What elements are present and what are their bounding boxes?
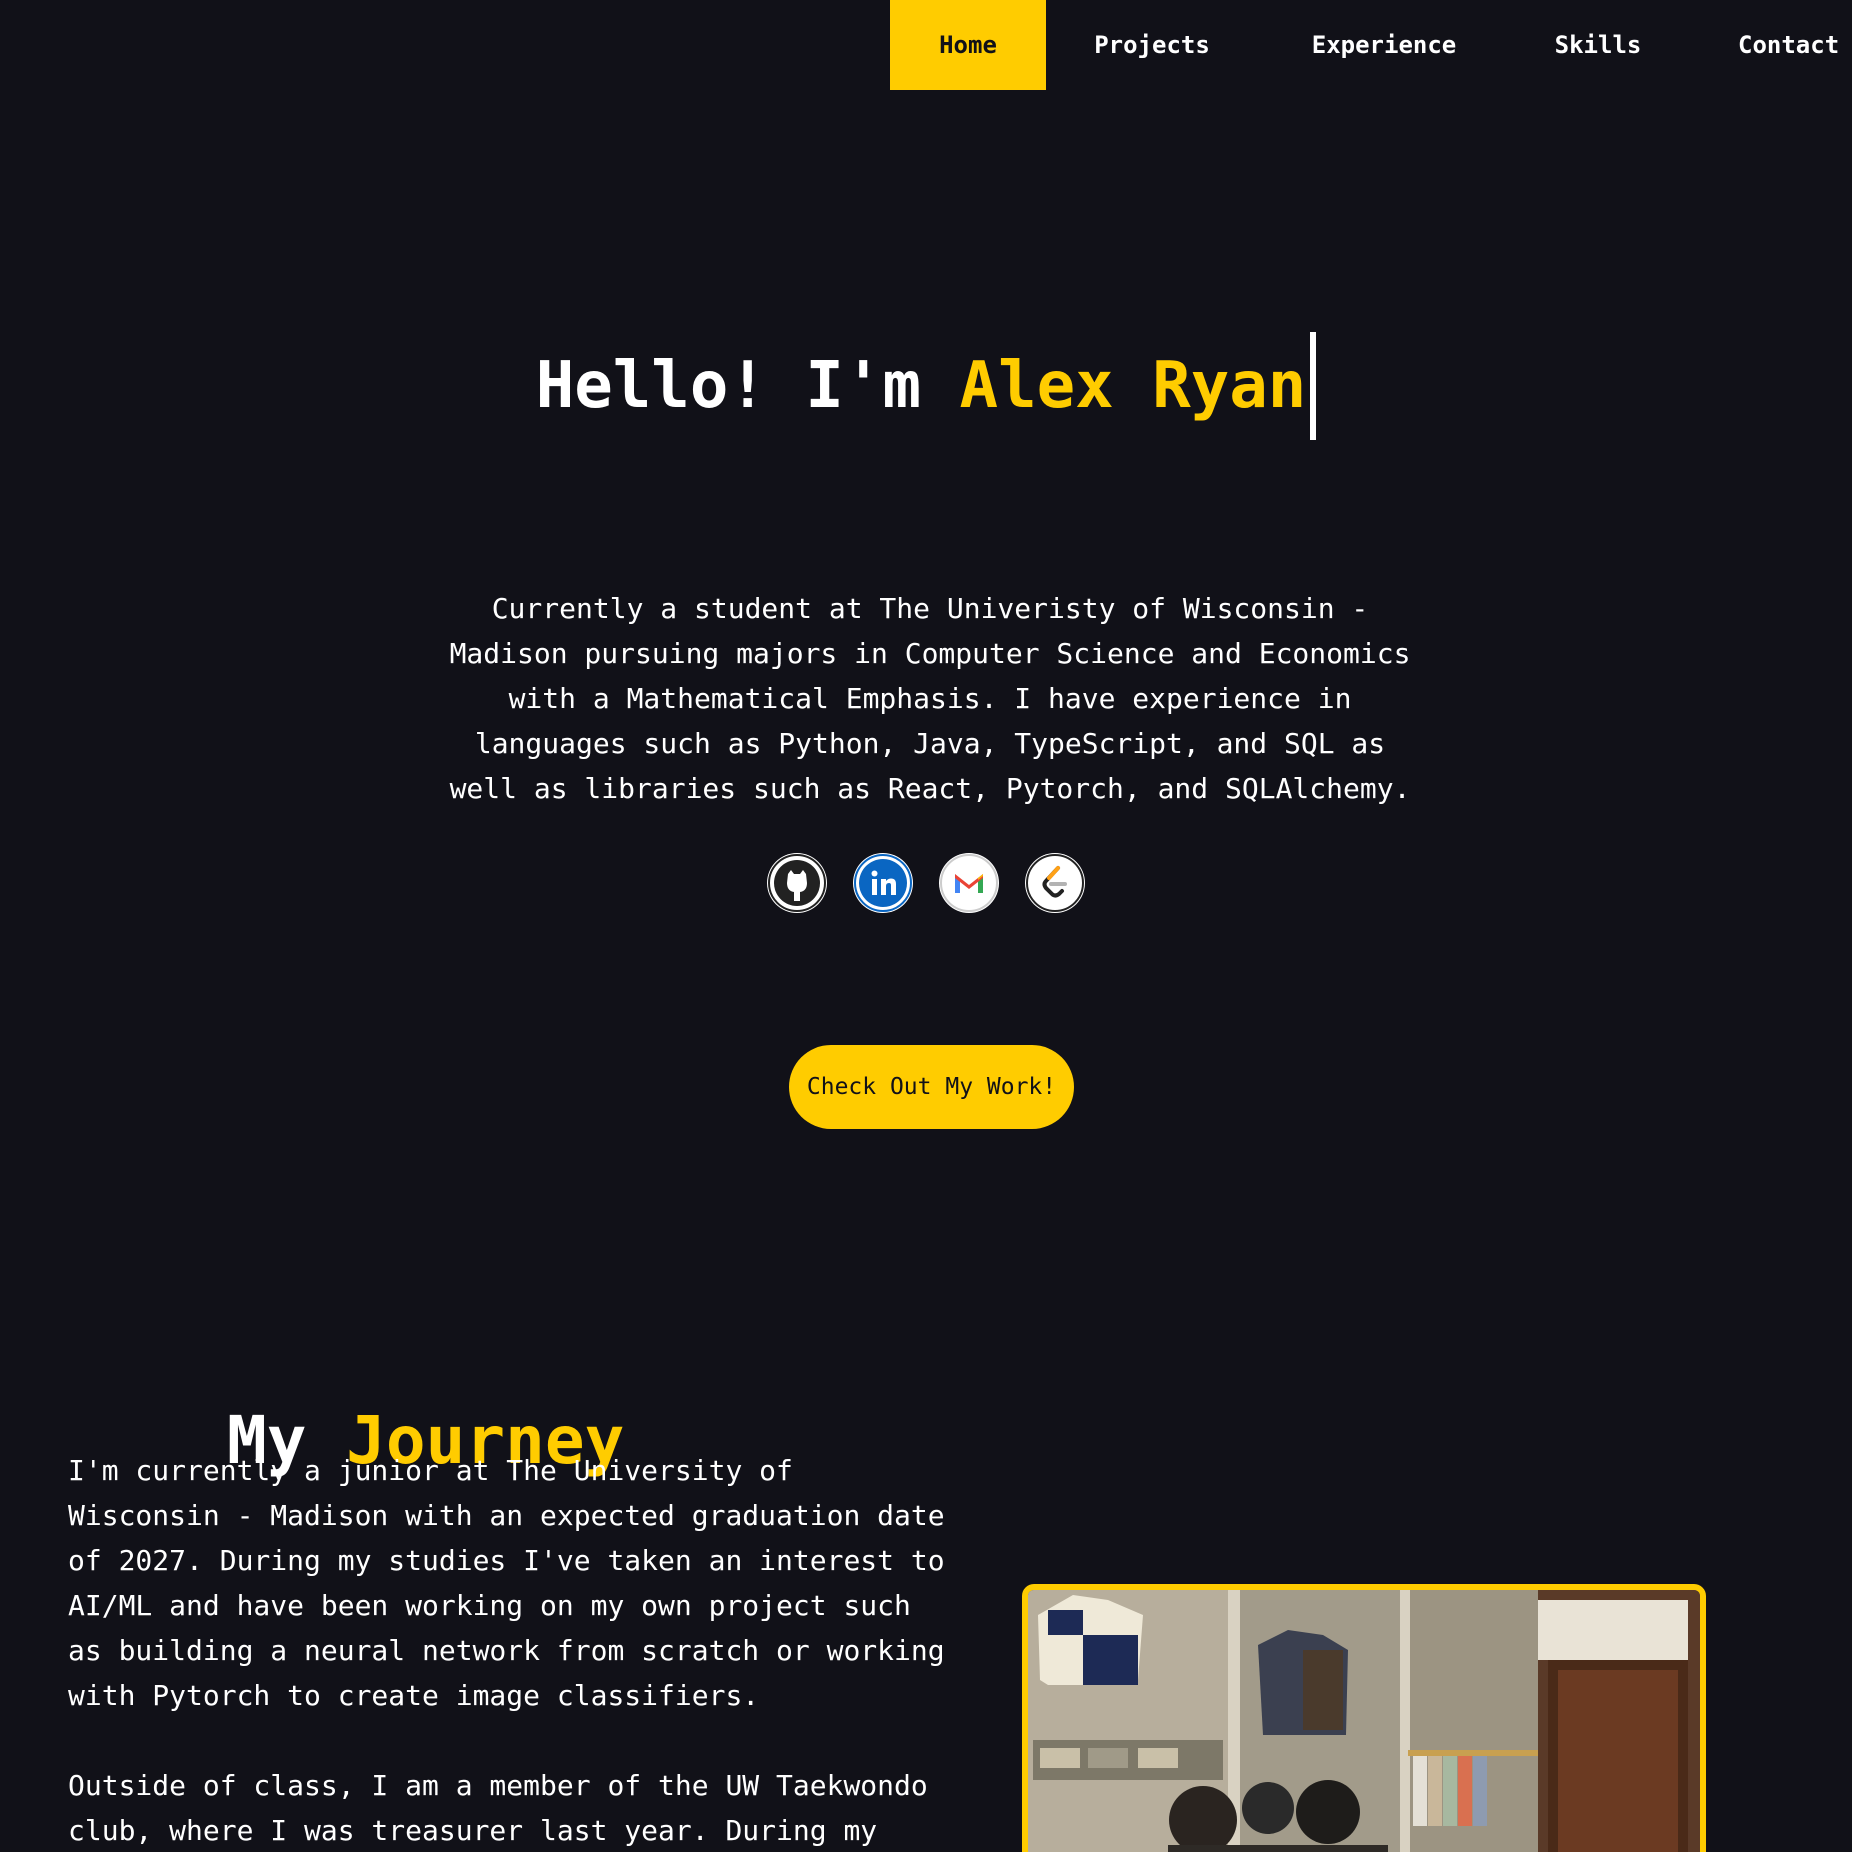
nav-item-experience[interactable]: Experience	[1258, 0, 1510, 90]
top-nav: Home Projects Experience Skills Contact	[0, 0, 1852, 90]
journey-heading: My Journey	[68, 1325, 624, 1479]
gmail-icon	[940, 854, 998, 912]
github-icon	[768, 854, 826, 912]
hero-greeting: Hello! I'm	[535, 349, 960, 423]
github-link[interactable]	[767, 853, 827, 913]
store-photo-image	[1028, 1590, 1700, 1852]
portfolio-page: Home Projects Experience Skills Contact …	[0, 0, 1852, 1852]
nav-item-home[interactable]: Home	[890, 0, 1046, 90]
leetcode-icon	[1026, 854, 1084, 912]
nav-item-projects[interactable]: Projects	[1046, 0, 1258, 90]
journey-paragraph: I'm currently a junior at The University…	[68, 1454, 945, 1712]
social-links	[0, 853, 1852, 913]
linkedin-link[interactable]	[853, 853, 913, 913]
typing-cursor	[1310, 332, 1317, 440]
journey-photo	[1022, 1584, 1706, 1852]
nav-item-contact[interactable]: Contact	[1686, 0, 1852, 90]
journey-paragraph: Outside of class, I am a member of the U…	[68, 1769, 928, 1847]
journey-text: I'm currently a junior at The University…	[68, 1448, 948, 1852]
check-out-work-button[interactable]: Check Out My Work!	[789, 1045, 1074, 1129]
hero-description: Currently a student at The Univeristy of…	[449, 592, 1411, 805]
hero-name: Alex Ryan	[959, 349, 1307, 423]
nav-item-skills[interactable]: Skills	[1510, 0, 1686, 90]
hero-title: Hello! I'm Alex Ryan	[0, 326, 1852, 446]
leetcode-link[interactable]	[1025, 853, 1085, 913]
linkedin-icon	[854, 854, 912, 912]
gmail-link[interactable]	[939, 853, 999, 913]
